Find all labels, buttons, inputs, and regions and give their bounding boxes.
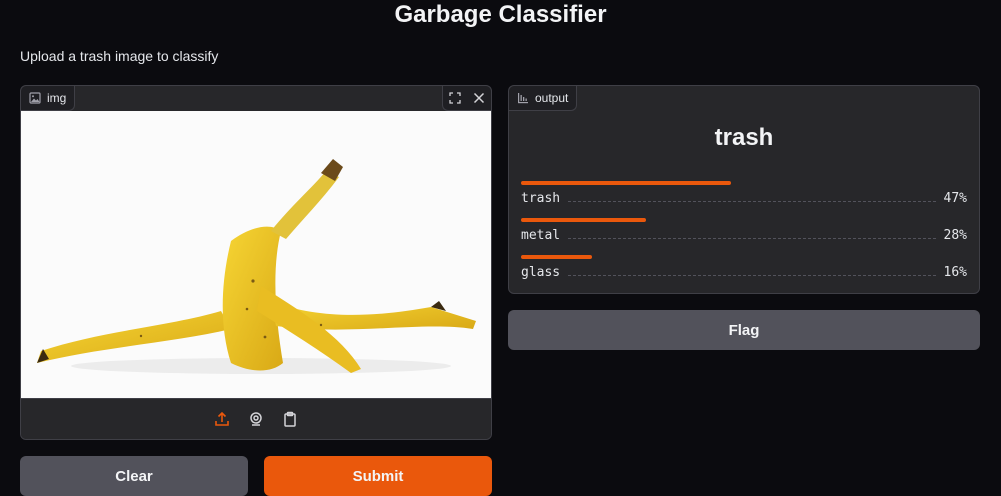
output-panel: output trash trash 47% metal 28% glass 1… bbox=[508, 85, 980, 294]
confidence-label: glass bbox=[521, 265, 561, 280]
predicted-label: trash bbox=[714, 124, 774, 151]
app-description: Upload a trash image to classify bbox=[20, 48, 219, 64]
output-label: output bbox=[535, 91, 569, 105]
confidence-label: trash bbox=[521, 191, 561, 206]
image-input-label: img bbox=[47, 91, 67, 105]
image-input-panel[interactable]: img bbox=[20, 85, 492, 440]
confidence-bar bbox=[521, 218, 646, 222]
confidence-row: glass 16% bbox=[521, 255, 967, 289]
fullscreen-icon[interactable] bbox=[443, 86, 467, 110]
confidence-bar bbox=[521, 255, 592, 259]
confidence-value: 16% bbox=[943, 265, 967, 280]
output-label-tag: output bbox=[509, 86, 578, 111]
image-source-bar bbox=[21, 398, 491, 439]
confidence-label: metal bbox=[521, 228, 561, 243]
confidence-row: trash 47% bbox=[521, 181, 967, 215]
app-title: Garbage Classifier bbox=[394, 1, 607, 28]
image-input-label-tag: img bbox=[21, 86, 76, 111]
submit-button[interactable]: Submit bbox=[264, 456, 492, 496]
image-icon bbox=[29, 92, 41, 104]
uploaded-image bbox=[21, 111, 491, 399]
confidence-value: 47% bbox=[943, 191, 967, 206]
upload-icon[interactable] bbox=[211, 408, 233, 430]
confidence-value: 28% bbox=[943, 228, 967, 243]
flag-button[interactable]: Flag bbox=[508, 310, 980, 350]
webcam-icon[interactable] bbox=[245, 408, 267, 430]
image-toolbar bbox=[442, 86, 491, 111]
confidence-row: metal 28% bbox=[521, 218, 967, 252]
close-icon[interactable] bbox=[467, 86, 491, 110]
bar-chart-icon bbox=[517, 92, 529, 104]
confidence-bar bbox=[521, 181, 731, 185]
clipboard-icon[interactable] bbox=[279, 408, 301, 430]
clear-button[interactable]: Clear bbox=[20, 456, 248, 496]
